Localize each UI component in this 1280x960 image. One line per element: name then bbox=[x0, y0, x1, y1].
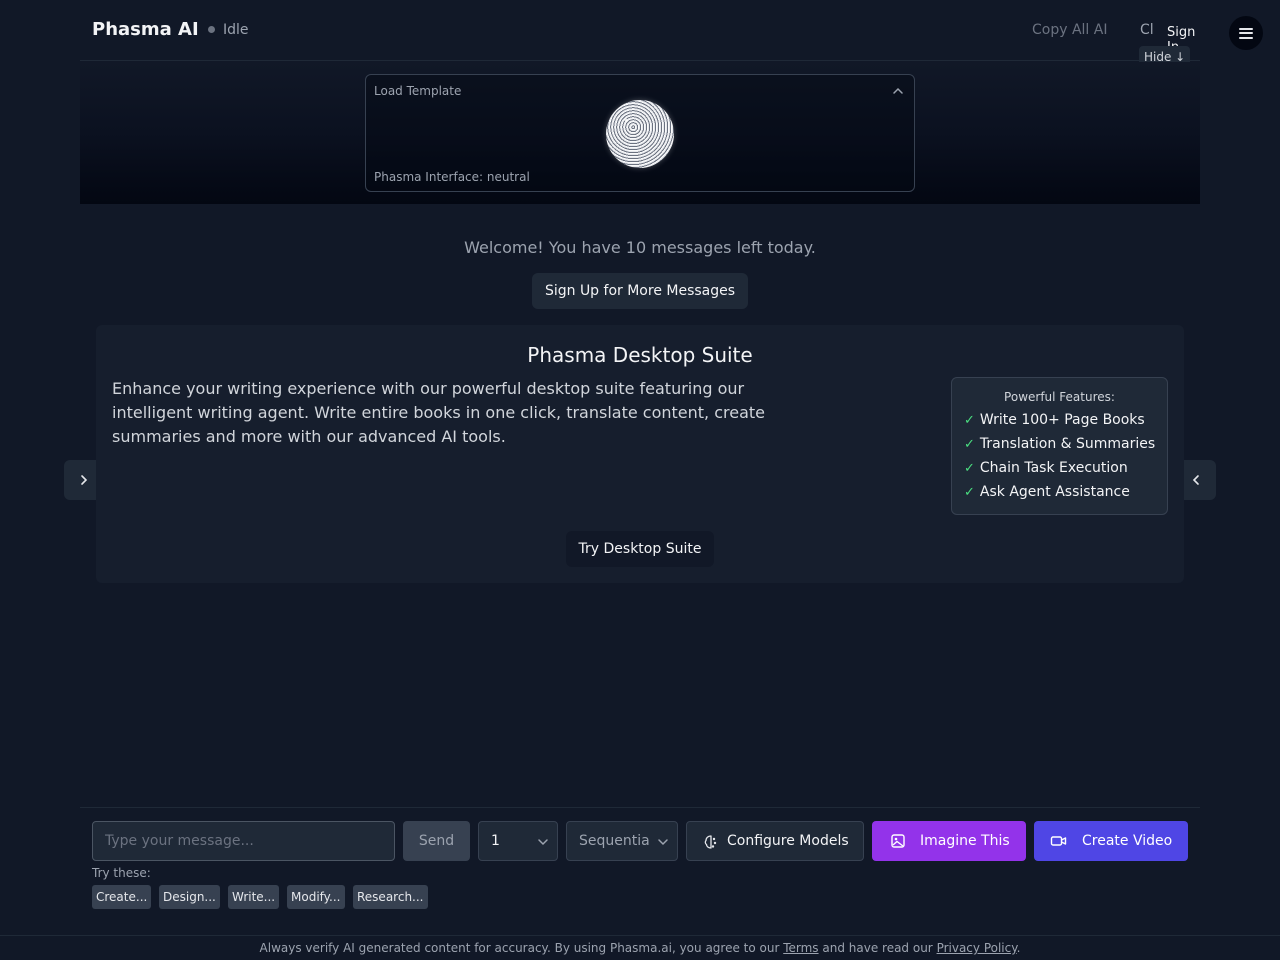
video-camera-icon bbox=[1050, 836, 1067, 846]
feature-label: Ask Agent Assistance bbox=[979, 484, 1130, 500]
feature-item: ✓ Translation & Summaries bbox=[964, 436, 1155, 452]
footer-disclaimer: Always verify AI generated content for a… bbox=[0, 935, 1280, 960]
configure-models-label: Configure Models bbox=[727, 833, 849, 849]
feature-item: ✓ Chain Task Execution bbox=[964, 460, 1128, 476]
imagine-this-label: Imagine This bbox=[920, 833, 1010, 849]
hamburger-menu-icon bbox=[1239, 27, 1253, 39]
clear-button[interactable]: Cl bbox=[1140, 22, 1158, 38]
chevron-down-icon bbox=[658, 839, 668, 846]
chevron-left-icon bbox=[1192, 475, 1199, 485]
interface-status: Phasma Interface: neutral bbox=[374, 170, 530, 184]
footer-text: . bbox=[1016, 941, 1021, 955]
message-input[interactable] bbox=[92, 821, 395, 861]
chevron-right-icon bbox=[81, 475, 88, 485]
footer-text: Always verify AI generated content for a… bbox=[259, 941, 784, 955]
terms-link[interactable]: Terms bbox=[783, 941, 818, 955]
send-button[interactable]: Send bbox=[403, 821, 470, 861]
template-area: Load Template Phasma Interface: neutral bbox=[80, 62, 1200, 204]
welcome-message: Welcome! You have 10 messages left today… bbox=[464, 238, 816, 257]
footer-text: and have read our bbox=[818, 941, 937, 955]
try-these-label: Try these: bbox=[92, 866, 151, 880]
check-icon: ✓ bbox=[964, 413, 975, 428]
composer: Send 1 Sequential Configure Models Imagi… bbox=[80, 807, 1200, 931]
menu-button[interactable] bbox=[1229, 16, 1263, 50]
brain-icon bbox=[704, 835, 717, 849]
sign-up-button[interactable]: Sign Up for More Messages bbox=[532, 273, 748, 309]
feature-label: Translation & Summaries bbox=[979, 436, 1156, 452]
configure-models-button[interactable]: Configure Models bbox=[686, 821, 864, 861]
check-icon: ✓ bbox=[964, 461, 975, 476]
count-select-value: 1 bbox=[491, 833, 500, 849]
status-dot-icon bbox=[208, 26, 215, 33]
create-video-button[interactable]: Create Video bbox=[1034, 821, 1188, 861]
mode-select-value: Sequential bbox=[579, 833, 651, 849]
features-box: Powerful Features: ✓ Write 100+ Page Book… bbox=[951, 377, 1168, 515]
promo-description: Enhance your writing experience with our… bbox=[112, 379, 766, 446]
status-text: Idle bbox=[223, 22, 249, 38]
brand-title[interactable]: Phasma AI bbox=[92, 19, 199, 40]
suggestion-chip-design[interactable]: Design... bbox=[159, 885, 220, 909]
suggestion-chip-write[interactable]: Write... bbox=[228, 885, 280, 909]
suggestion-chip-research[interactable]: Research... bbox=[353, 885, 428, 909]
feature-label: Chain Task Execution bbox=[979, 460, 1128, 476]
chevron-up-icon[interactable] bbox=[892, 85, 904, 97]
suggestion-chip-create[interactable]: Create... bbox=[92, 885, 152, 909]
chevron-down-icon bbox=[538, 839, 548, 846]
try-desktop-suite-button[interactable]: Try Desktop Suite bbox=[566, 531, 714, 567]
header: Phasma AI Idle Copy All AI Cl Sign In Hi… bbox=[80, 0, 1263, 68]
feature-item: ✓ Ask Agent Assistance bbox=[964, 484, 1130, 500]
count-select[interactable]: 1 bbox=[478, 821, 558, 861]
promo-card: Phasma Desktop Suite Enhance your writin… bbox=[96, 325, 1184, 583]
promo-title: Phasma Desktop Suite bbox=[527, 343, 753, 367]
copy-all-ai-button[interactable]: Copy All AI bbox=[1032, 22, 1107, 38]
mode-select[interactable]: Sequential bbox=[566, 821, 678, 861]
load-template-label[interactable]: Load Template bbox=[374, 84, 461, 98]
feature-label: Write 100+ Page Books bbox=[979, 412, 1145, 428]
features-title: Powerful Features: bbox=[1004, 390, 1115, 404]
create-video-label: Create Video bbox=[1082, 833, 1173, 849]
template-panel: Load Template Phasma Interface: neutral bbox=[365, 74, 915, 192]
interface-orb bbox=[606, 100, 674, 168]
check-icon: ✓ bbox=[964, 437, 975, 452]
check-icon: ✓ bbox=[964, 485, 975, 500]
suggestion-chip-modify[interactable]: Modify... bbox=[287, 885, 345, 909]
image-icon bbox=[891, 834, 905, 848]
imagine-this-button[interactable]: Imagine This bbox=[872, 821, 1026, 861]
privacy-policy-link[interactable]: Privacy Policy bbox=[937, 941, 1017, 955]
feature-item: ✓ Write 100+ Page Books bbox=[964, 412, 1145, 428]
